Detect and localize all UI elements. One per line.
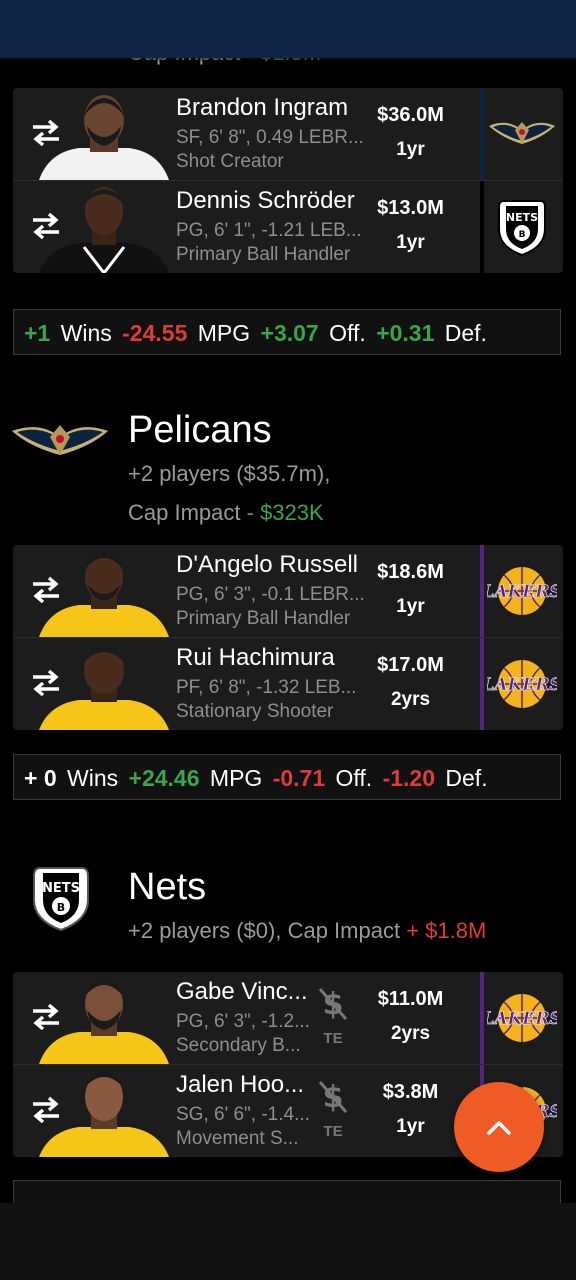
team-name: Pelicans bbox=[128, 409, 272, 451]
def-label: Def. bbox=[445, 765, 488, 791]
player-meta: PG, 6' 1", -1.21 LEB... bbox=[176, 220, 362, 241]
lakers-logo: LAKERS bbox=[487, 660, 557, 708]
team-color-bar bbox=[480, 638, 484, 730]
mpg-label: MPG bbox=[197, 320, 251, 346]
player-salary: $3.8M bbox=[382, 1081, 439, 1103]
player-row[interactable]: D'Angelo Russell PG, 6' 3", -0.1 LEBR...… bbox=[13, 545, 563, 638]
wins-value: +1 bbox=[24, 320, 51, 346]
player-role: Stationary Shooter bbox=[176, 701, 334, 722]
contract-years: 2yrs bbox=[390, 1023, 431, 1044]
no-money-icon: $ bbox=[318, 1080, 348, 1115]
player-row[interactable]: Rui Hachimura PF, 6' 8", -1.32 LEB... St… bbox=[13, 638, 563, 730]
wins-value: + 0 bbox=[24, 765, 57, 791]
off-label: Off. bbox=[335, 765, 373, 791]
svg-text:NETS: NETS bbox=[42, 881, 80, 896]
player-name: Dennis Schröder bbox=[176, 187, 355, 214]
player-name: Rui Hachimura bbox=[176, 644, 335, 671]
off-value: +3.07 bbox=[260, 320, 319, 346]
player-role: Movement S... bbox=[176, 1128, 299, 1149]
contract-years: 1yr bbox=[396, 596, 425, 617]
bottom-bar bbox=[0, 1203, 576, 1280]
team-subtitle: +2 players ($35.7m), bbox=[128, 461, 331, 486]
player-salary: $17.0M bbox=[377, 654, 444, 676]
svg-text:B: B bbox=[519, 230, 526, 240]
team-color-bar bbox=[480, 88, 484, 180]
player-row[interactable]: Dennis Schröder PG, 6' 1", -1.21 LEB... … bbox=[13, 181, 563, 273]
off-label: Off. bbox=[329, 320, 366, 346]
trade-exception-badge: $ TE bbox=[313, 1079, 353, 1149]
team-name: Nets bbox=[128, 866, 207, 908]
svg-text:NETS: NETS bbox=[506, 211, 538, 224]
lakers-logo: LAKERS bbox=[487, 567, 557, 615]
acquired-players-card: D'Angelo Russell PG, 6' 3", -0.1 LEBR...… bbox=[13, 545, 563, 730]
player-role: Secondary B... bbox=[176, 1035, 301, 1056]
cap-impact: Cap Impact - $323K bbox=[128, 500, 324, 525]
player-meta: SG, 6' 6", -1.4... bbox=[176, 1104, 310, 1125]
contract-years: 2yrs bbox=[390, 689, 431, 710]
trade-impact-stats: +1 Wins -24.55 MPG +3.07 Off. +0.31 Def. bbox=[13, 309, 561, 355]
lakers-logo: LAKERS bbox=[487, 994, 557, 1042]
trade-exception-badge: $ TE bbox=[313, 986, 353, 1056]
player-meta: PF, 6' 8", -1.32 LEB... bbox=[176, 677, 357, 698]
svg-text:B: B bbox=[57, 901, 65, 914]
contract-years: 1yr bbox=[396, 1116, 425, 1137]
player-photo bbox=[39, 551, 169, 637]
wins-label: Wins bbox=[67, 765, 119, 791]
te-label: TE bbox=[323, 1123, 343, 1140]
nets-logo: NETS B bbox=[33, 867, 89, 932]
app-header bbox=[0, 0, 576, 58]
contract-years: 1yr bbox=[396, 232, 425, 253]
player-name: Brandon Ingram bbox=[176, 94, 349, 121]
player-meta: SF, 6' 8", 0.49 LEBR... bbox=[176, 127, 364, 148]
contract-years: 1yr bbox=[396, 139, 425, 160]
player-name: D'Angelo Russell bbox=[176, 551, 359, 578]
svg-text:LAKERS: LAKERS bbox=[487, 582, 557, 602]
player-salary: $13.0M bbox=[377, 197, 444, 219]
pelicans-logo bbox=[489, 122, 555, 144]
player-photo bbox=[39, 95, 169, 180]
scroll-to-top-button[interactable] bbox=[454, 1082, 544, 1172]
trade-impact-stats: + 0 Wins +24.46 MPG -0.71 Off. -1.20 Def… bbox=[13, 754, 561, 800]
no-money-icon: $ bbox=[318, 987, 348, 1022]
player-meta: PG, 6' 3", -1.2... bbox=[176, 1011, 310, 1032]
mpg-value: +24.46 bbox=[128, 765, 200, 791]
mpg-label: MPG bbox=[209, 765, 263, 791]
te-label: TE bbox=[323, 1030, 343, 1047]
player-row[interactable]: Gabe Vinc... PG, 6' 3", -1.2... Secondar… bbox=[13, 972, 563, 1065]
mpg-value: -24.55 bbox=[122, 320, 188, 346]
pelicans-logo bbox=[12, 425, 108, 455]
player-salary: $36.0M bbox=[377, 104, 444, 126]
player-meta: PG, 6' 3", -0.1 LEBR... bbox=[176, 584, 365, 605]
traded-players-card: Brandon Ingram SF, 6' 8", 0.49 LEBR... S… bbox=[13, 88, 563, 273]
player-photo bbox=[39, 1071, 169, 1157]
player-photo bbox=[39, 646, 169, 730]
nets-logo: NETS B bbox=[498, 200, 546, 257]
team-color-bar bbox=[480, 181, 484, 273]
def-label: Def. bbox=[444, 320, 487, 346]
def-value: -1.20 bbox=[382, 765, 436, 791]
player-role: Shot Creator bbox=[176, 151, 284, 172]
chevron-up-icon bbox=[487, 1121, 511, 1135]
player-role: Primary Ball Handler bbox=[176, 244, 351, 265]
player-photo bbox=[39, 187, 169, 273]
player-row[interactable]: Brandon Ingram SF, 6' 8", 0.49 LEBR... S… bbox=[13, 88, 563, 181]
player-salary: $18.6M bbox=[377, 561, 444, 583]
def-value: +0.31 bbox=[376, 320, 435, 346]
player-name: Jalen Hoo... bbox=[176, 1071, 305, 1098]
team-color-bar bbox=[480, 972, 484, 1064]
wins-label: Wins bbox=[60, 320, 112, 346]
team-subtitle: +2 players ($0), Cap Impact + $1.8M bbox=[128, 918, 487, 943]
player-role: Primary Ball Handler bbox=[176, 608, 351, 629]
team-color-bar bbox=[480, 545, 484, 637]
player-photo bbox=[39, 978, 169, 1064]
player-salary: $11.0M bbox=[377, 988, 444, 1010]
player-name: Gabe Vinc... bbox=[176, 978, 308, 1005]
svg-text:LAKERS: LAKERS bbox=[487, 1009, 557, 1029]
off-value: -0.71 bbox=[272, 765, 326, 791]
svg-text:LAKERS: LAKERS bbox=[487, 675, 557, 695]
